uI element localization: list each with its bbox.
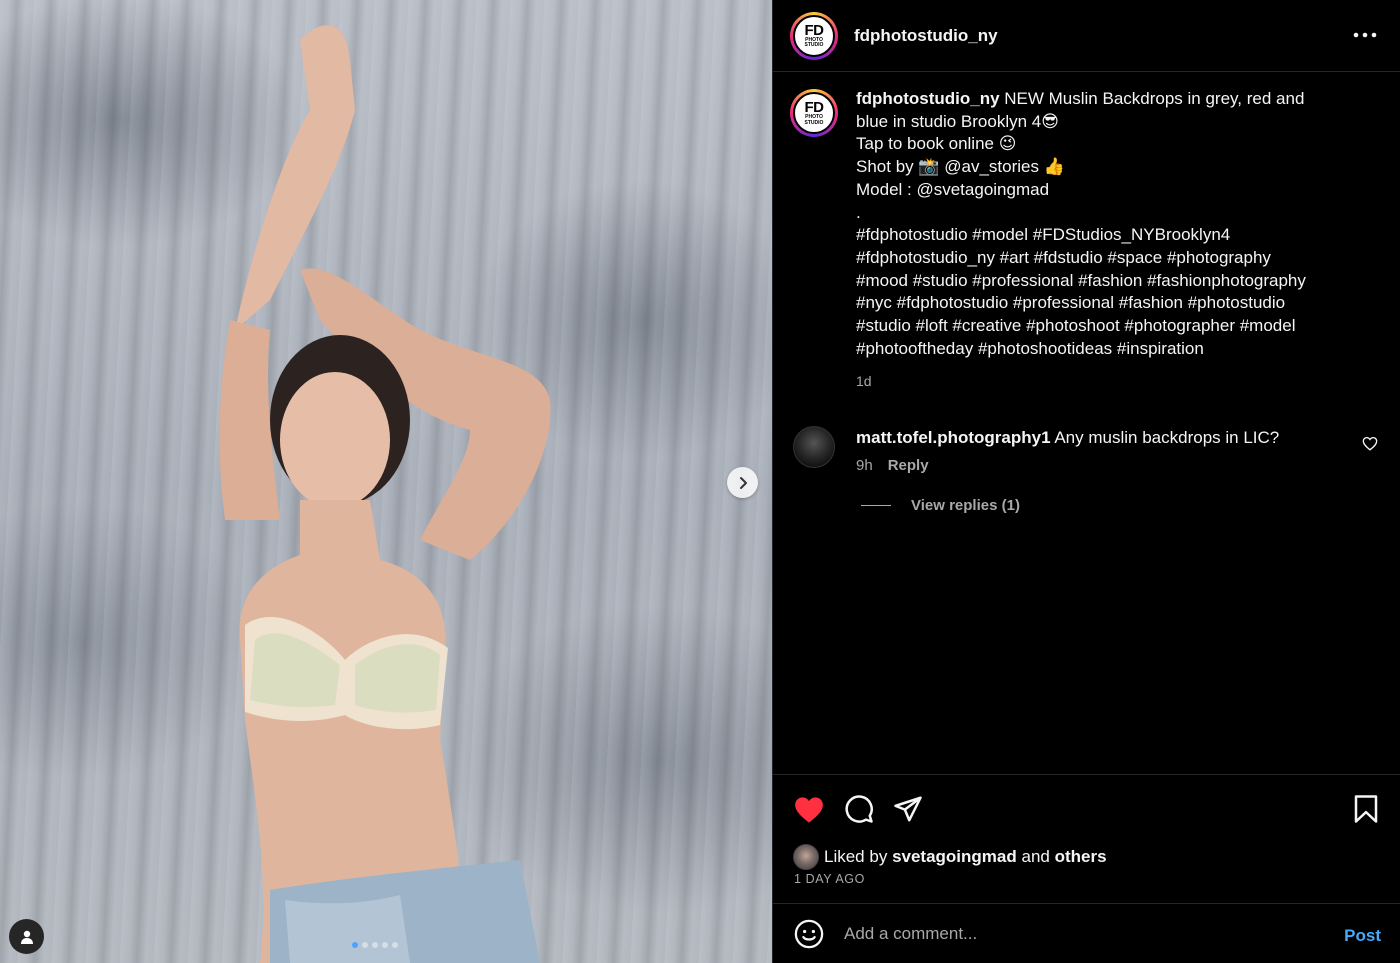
heart-filled-icon: [795, 796, 823, 823]
carousel-dot: [352, 942, 358, 948]
comment-timestamp: 9h: [856, 457, 873, 475]
post-side-panel: FD PHOTO STUDIO fdphotostudio_ny FD PHOT…: [772, 0, 1400, 963]
comments-section[interactable]: FD PHOTO STUDIO fdphotostudio_ny NEW Mus…: [773, 73, 1400, 774]
studio-logo: FD PHOTO STUDIO: [793, 92, 835, 134]
comment-button[interactable]: [842, 792, 876, 826]
commenter-avatar[interactable]: [793, 426, 835, 469]
tagged-users-button[interactable]: [9, 919, 44, 954]
caption-username[interactable]: fdphotostudio_ny: [856, 89, 1000, 108]
post-media[interactable]: [0, 0, 772, 963]
carousel-dot: [382, 942, 388, 948]
action-bar: [792, 792, 1383, 826]
post-comment-button[interactable]: Post: [1344, 926, 1381, 946]
commenter-username[interactable]: matt.tofel.photography1: [856, 428, 1051, 447]
save-button[interactable]: [1349, 792, 1383, 826]
caption-text: fdphotostudio_ny NEW Muslin Backdrops in…: [856, 88, 1356, 393]
caption: FD PHOTO STUDIO fdphotostudio_ny NEW Mus…: [790, 88, 1383, 393]
hashtag-line[interactable]: #photooftheday #photoshootideas #inspira…: [856, 338, 1356, 361]
caption-line: fdphotostudio_ny NEW Muslin Backdrops in…: [856, 88, 1356, 111]
post-header: FD PHOTO STUDIO fdphotostudio_ny: [773, 0, 1400, 72]
caption-line: blue in studio Brooklyn 4😎: [856, 111, 1059, 131]
view-replies-button[interactable]: View replies (1): [861, 497, 1383, 514]
carousel-dot: [392, 942, 398, 948]
carousel-indicator: [352, 942, 398, 948]
caption-line: .: [856, 202, 861, 222]
heart-outline-icon: [1362, 437, 1378, 451]
comment-bubble-icon: [845, 795, 873, 823]
likes-middle: and: [1021, 847, 1050, 866]
caption-first-line: NEW Muslin Backdrops in grey, red and: [999, 89, 1305, 108]
likes-summary: Liked by svetagoingmad and others: [793, 844, 1107, 870]
caption-line: Model : @svetagoingmad: [856, 179, 1050, 199]
comment-text: matt.tofel.photography1 Any muslin backd…: [856, 427, 1279, 449]
reply-button[interactable]: Reply: [888, 457, 929, 474]
comment-meta: 9h Reply: [856, 457, 1279, 474]
view-replies-label: View replies (1): [911, 497, 1020, 515]
studio-logo: FD PHOTO STUDIO: [793, 14, 835, 57]
likes-others-link[interactable]: others: [1055, 847, 1107, 867]
carousel-dot: [362, 942, 368, 948]
emoji-button[interactable]: [793, 918, 825, 950]
bookmark-icon: [1354, 795, 1378, 823]
hashtag-line[interactable]: #fdphotostudio #model #FDStudios_NYBrook…: [856, 224, 1356, 247]
comment-composer: Post: [773, 903, 1400, 963]
liker-username[interactable]: svetagoingmad: [892, 847, 1017, 867]
logo-line-2: STUDIO: [804, 119, 824, 126]
next-slide-button[interactable]: [727, 467, 758, 498]
user-icon: [20, 930, 33, 944]
more-options-button[interactable]: [1350, 22, 1380, 48]
share-button[interactable]: [891, 792, 925, 826]
comment-like-button[interactable]: [1362, 436, 1378, 456]
comment: matt.tofel.photography1 Any muslin backd…: [790, 426, 1383, 474]
caption-author-avatar[interactable]: FD PHOTO STUDIO: [790, 89, 838, 137]
hashtag-line[interactable]: #mood #studio #professional #fashion #fa…: [856, 270, 1356, 293]
hashtag-line[interactable]: #studio #loft #creative #photoshoot #pho…: [856, 315, 1356, 338]
chevron-right-icon: [739, 476, 747, 489]
carousel-dot: [372, 942, 378, 948]
comment-message: Any muslin backdrops in LIC?: [1050, 428, 1280, 448]
comment-input[interactable]: [844, 923, 1304, 944]
post-timestamp: 1 DAY AGO: [794, 872, 865, 886]
hashtag-line[interactable]: #fdphotostudio_ny #art #fdstudio #space …: [856, 247, 1356, 270]
post-actions-area: Liked by svetagoingmad and others 1 DAY …: [773, 774, 1400, 903]
more-horizontal-icon: [1353, 32, 1377, 38]
logo-line-2: STUDIO: [804, 42, 824, 48]
hashtag-line[interactable]: #nyc #fdphotostudio #professional #fashi…: [856, 292, 1356, 315]
author-avatar[interactable]: FD PHOTO STUDIO: [790, 11, 838, 60]
caption-line: Tap to book online 😉: [856, 134, 1017, 154]
replies-divider: [861, 505, 891, 507]
caption-timestamp: 1d: [856, 373, 872, 390]
liker-avatar[interactable]: [793, 844, 819, 870]
like-button[interactable]: [792, 792, 826, 826]
author-username[interactable]: fdphotostudio_ny: [854, 26, 998, 46]
likes-prefix: Liked by: [824, 847, 888, 866]
logo-main-text: FD: [804, 99, 825, 117]
paper-plane-icon: [894, 796, 922, 822]
logo-main-text: FD: [804, 21, 825, 39]
smiley-icon: [794, 919, 824, 948]
post-photo: [219, 25, 551, 963]
caption-line: Shot by 📸 @av_stories 👍: [856, 157, 1065, 177]
